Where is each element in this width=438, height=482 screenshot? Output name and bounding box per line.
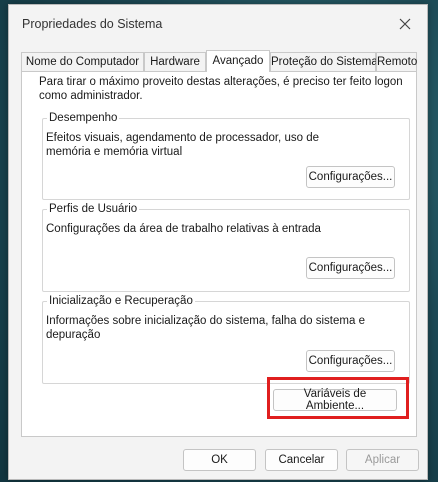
tab-strip: Nome do Computador Hardware Avançado Pro… (21, 50, 417, 72)
performance-group-title: Desempenho (47, 110, 120, 126)
tab-hardware[interactable]: Hardware (144, 52, 206, 71)
admin-notice: Para tirar o máximo proveito destas alte… (39, 76, 403, 102)
apply-button[interactable]: Aplicar (346, 449, 419, 471)
startup-recovery-description: Informações sobre inicialização do siste… (46, 315, 365, 341)
window-title: Propriedades do Sistema (22, 17, 163, 31)
user-profiles-settings-button[interactable]: Configurações... (306, 257, 395, 279)
startup-recovery-settings-button[interactable]: Configurações... (306, 350, 395, 372)
tab-computer-name[interactable]: Nome do Computador (21, 52, 144, 71)
close-icon (399, 18, 411, 30)
highlight-box (267, 377, 409, 419)
performance-settings-button[interactable]: Configurações... (306, 166, 395, 188)
dialog-footer: OK Cancelar Aplicar (9, 439, 427, 479)
close-button[interactable] (391, 11, 419, 37)
tab-system-protection[interactable]: Proteção do Sistema (270, 52, 378, 71)
startup-recovery-group-title: Inicialização e Recuperação (47, 293, 195, 309)
ok-button[interactable]: OK (183, 449, 256, 471)
user-profiles-group-title: Perfis de Usuário (47, 201, 140, 217)
user-profiles-description: Configurações da área de trabalho relati… (46, 223, 321, 235)
tab-advanced[interactable]: Avançado (206, 50, 270, 72)
performance-description: Efeitos visuais, agendamento de processa… (46, 132, 319, 158)
startup-recovery-group: Inicialização e Recuperação Informações … (42, 293, 410, 384)
cancel-button[interactable]: Cancelar (265, 449, 338, 471)
title-bar: Propriedades do Sistema (9, 5, 427, 43)
performance-group: Desempenho Efeitos visuais, agendamento … (42, 110, 410, 200)
system-properties-window: Propriedades do Sistema Nome do Computad… (8, 4, 428, 480)
user-profiles-group: Perfis de Usuário Configurações da área … (42, 201, 410, 292)
tab-remote[interactable]: Remoto (376, 52, 417, 71)
